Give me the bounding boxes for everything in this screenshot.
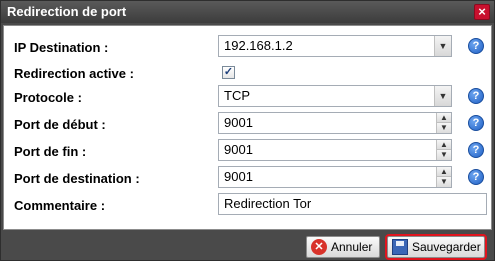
port-destination-label: Port de destination : [14,171,140,186]
ip-destination-select[interactable]: 192.168.1.2 ▼ [218,35,452,57]
help-icon[interactable]: ? [468,88,484,104]
row-port-fin: Port de fin : 9001 ▲ ▼ ? [4,139,491,163]
chevron-up-icon[interactable]: ▲ [437,167,451,177]
chevron-down-icon[interactable]: ▼ [434,86,451,106]
port-fin-stepper[interactable]: 9001 ▲ ▼ [218,139,452,161]
dialog-title: Redirection de port [7,4,127,19]
cancel-icon: ✕ [311,239,327,255]
row-commentaire: Commentaire : Redirection Tor [4,193,491,217]
save-button[interactable]: Sauvegarder [385,234,487,260]
chevron-up-icon[interactable]: ▲ [437,113,451,123]
redirection-active-label: Redirection active : [14,66,134,81]
floppy-disk-icon [392,239,408,255]
row-protocole: Protocole : TCP ▼ ? [4,85,491,109]
commentaire-label: Commentaire : [14,198,106,213]
close-icon[interactable]: × [474,4,490,20]
protocole-select[interactable]: TCP ▼ [218,85,452,107]
dialog-footer: ✕ Annuler Sauvegarder [1,232,494,260]
commentaire-input[interactable]: Redirection Tor [218,193,487,215]
protocole-value: TCP [224,88,250,103]
port-destination-stepper[interactable]: 9001 ▲ ▼ [218,166,452,188]
ip-destination-label: IP Destination : [14,40,109,55]
port-debut-value: 9001 [224,115,253,130]
dialog-titlebar: Redirection de port × [1,1,494,23]
row-redirection-active: Redirection active : ✓ [4,61,491,85]
commentaire-value: Redirection Tor [224,196,312,211]
port-destination-spin: ▲ ▼ [436,167,451,187]
help-icon[interactable]: ? [468,169,484,185]
protocole-label: Protocole : [14,90,82,105]
port-fin-value: 9001 [224,142,253,157]
port-fin-spin: ▲ ▼ [436,140,451,160]
port-redirection-dialog: Redirection de port × IP Destination : 1… [0,0,495,261]
chevron-down-icon[interactable]: ▼ [434,36,451,56]
chevron-down-icon[interactable]: ▼ [437,123,451,133]
help-icon[interactable]: ? [468,38,484,54]
form-body: IP Destination : 192.168.1.2 ▼ ? Redirec… [3,25,492,230]
chevron-up-icon[interactable]: ▲ [437,140,451,150]
chevron-down-icon[interactable]: ▼ [437,150,451,160]
chevron-down-icon[interactable]: ▼ [437,177,451,187]
cancel-label: Annuler [331,240,373,254]
row-port-destination: Port de destination : 9001 ▲ ▼ ? [4,166,491,190]
port-fin-label: Port de fin : [14,144,87,159]
row-port-debut: Port de début : 9001 ▲ ▼ ? [4,112,491,136]
port-debut-spin: ▲ ▼ [436,113,451,133]
port-debut-label: Port de début : [14,117,106,132]
save-label: Sauvegarder [412,240,481,254]
port-debut-stepper[interactable]: 9001 ▲ ▼ [218,112,452,134]
cancel-button[interactable]: ✕ Annuler [306,236,380,258]
redirection-active-checkbox[interactable]: ✓ [222,66,235,79]
help-icon[interactable]: ? [468,115,484,131]
help-icon[interactable]: ? [468,142,484,158]
ip-destination-value: 192.168.1.2 [224,38,293,53]
port-destination-value: 9001 [224,169,253,184]
row-ip-destination: IP Destination : 192.168.1.2 ▼ ? [4,35,491,59]
